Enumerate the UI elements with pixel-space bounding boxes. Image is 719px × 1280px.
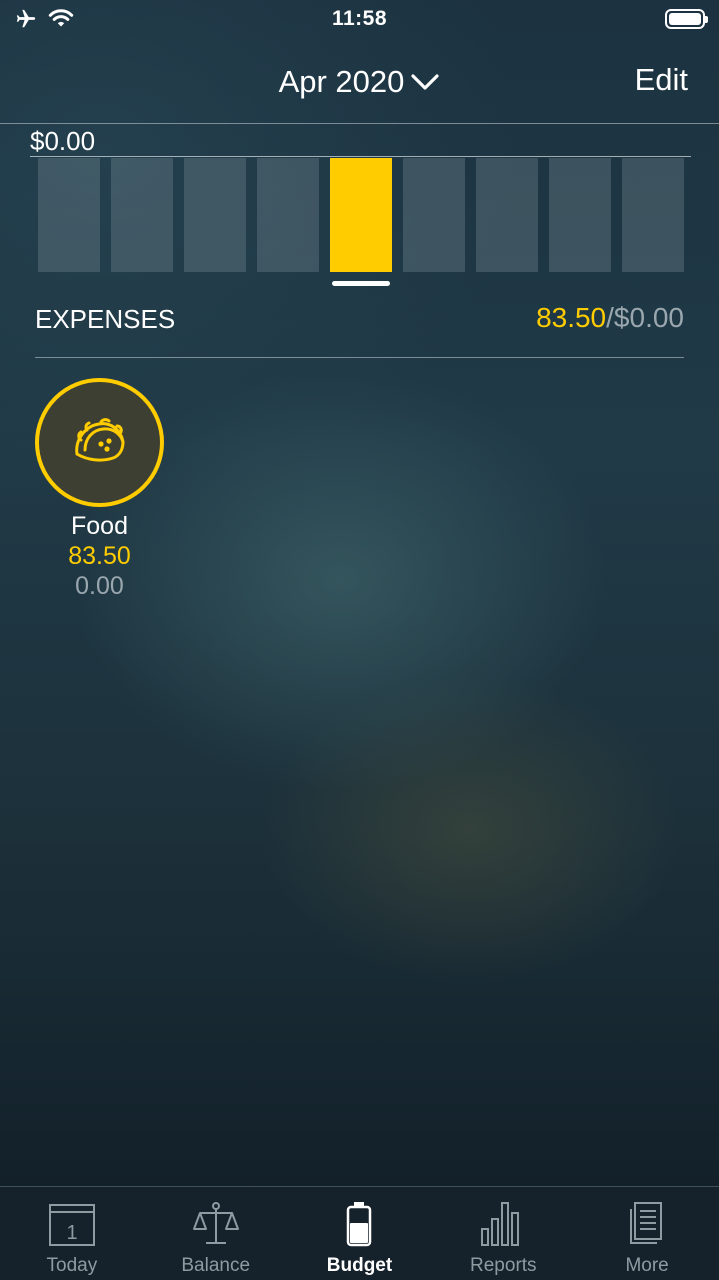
expenses-spent: 83.50: [536, 302, 607, 333]
chart-bar-4[interactable]: [257, 158, 319, 272]
month-label: Apr 2020: [278, 63, 405, 99]
tab-reports[interactable]: Reports: [431, 1187, 575, 1280]
category-tile-food[interactable]: Food 83.50 0.00: [35, 378, 164, 601]
tab-label-budget: Budget: [326, 1255, 393, 1276]
bar-chart-icon: [481, 1202, 520, 1246]
expenses-title: EXPENSES: [35, 304, 176, 334]
tab-label-today: Today: [46, 1255, 98, 1276]
tab-label-balance: Balance: [181, 1255, 251, 1276]
tab-today[interactable]: 1 Today: [0, 1187, 144, 1280]
svg-text:1: 1: [66, 1222, 77, 1244]
month-picker[interactable]: Apr 2020: [0, 62, 719, 100]
chart-bar-8[interactable]: [549, 158, 611, 272]
category-budget: 0.00: [75, 572, 124, 600]
chart-bar-6[interactable]: [403, 158, 465, 272]
selected-month-indicator: [332, 281, 390, 286]
budget-chart: $0.00: [0, 124, 719, 294]
category-icon-circle[interactable]: [35, 378, 164, 507]
nav-header: Apr 2020 Edit: [0, 40, 719, 124]
status-time: 11:58: [331, 7, 388, 30]
status-bar: 11:58: [0, 0, 719, 40]
chart-bar-3[interactable]: [184, 158, 246, 272]
chart-bar-7[interactable]: [476, 158, 538, 272]
chart-bar-2[interactable]: [111, 158, 173, 272]
expenses-budget: /$0.00: [606, 302, 684, 333]
tab-bar: 1 Today Balance Budget Reports More: [0, 1186, 719, 1280]
tab-more[interactable]: More: [575, 1187, 719, 1280]
taco-icon: [74, 417, 124, 462]
chart-bar-9[interactable]: [622, 158, 684, 272]
chevron-down-icon: [411, 74, 440, 90]
battery-icon: [347, 1202, 372, 1247]
tab-balance[interactable]: Balance: [144, 1187, 288, 1280]
category-spent: 83.50: [68, 542, 131, 570]
tab-label-more: More: [625, 1255, 669, 1276]
chart-bar-5[interactable]: [330, 158, 392, 272]
tab-label-reports: Reports: [470, 1255, 537, 1276]
battery-icon: [665, 9, 708, 29]
expenses-amount: 83.50/$0.00: [536, 302, 684, 334]
tab-budget[interactable]: Budget: [288, 1187, 432, 1280]
scale-icon: [192, 1202, 239, 1244]
calendar-icon: 1: [48, 1204, 95, 1246]
edit-button[interactable]: Edit: [635, 62, 688, 98]
chart-bar-1[interactable]: [38, 158, 100, 272]
document-icon: [630, 1202, 663, 1244]
chart-bars: [0, 124, 719, 294]
category-name: Food: [71, 512, 128, 540]
expenses-header: EXPENSES 83.50/$0.00: [35, 296, 684, 358]
